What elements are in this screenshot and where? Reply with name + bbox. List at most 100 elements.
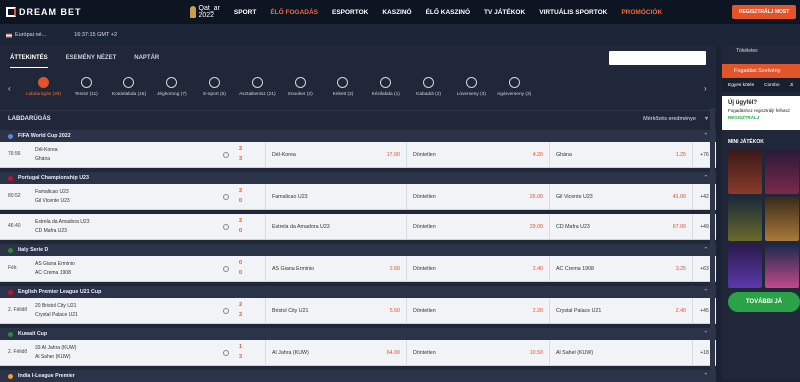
odd-draw[interactable]: Döntetlen 26.00 xyxy=(406,184,549,209)
odd-away[interactable]: Gil Vicente U23 41.00 xyxy=(549,184,692,209)
mini-games-title: MINI JÁTÉKOK xyxy=(728,139,764,145)
market-select[interactable]: Mérkőzés eredménye xyxy=(643,116,696,122)
sport-item[interactable]: Agárverseny (3) xyxy=(493,72,536,97)
home-score: 0 xyxy=(239,260,243,266)
event-row[interactable]: 76:56 Dél-Korea Ghána 2 3 Dél-Korea 17.00 Dönte… xyxy=(0,142,716,168)
game-tile[interactable] xyxy=(728,244,762,288)
stats-icon[interactable] xyxy=(223,224,229,230)
sport-icon xyxy=(423,77,435,88)
nav-esport[interactable]: ESPORTOK xyxy=(332,9,368,16)
country-flag-icon xyxy=(8,247,13,253)
sport-item[interactable]: Kabaddi (2) xyxy=(407,72,450,97)
stats-icon[interactable] xyxy=(223,266,229,272)
sport-item[interactable]: Krikett (2) xyxy=(322,72,365,97)
stats-icon[interactable] xyxy=(223,308,229,314)
sport-item[interactable]: Snooker (2) xyxy=(279,72,322,97)
odd-home[interactable]: Estrela da Amadora U23 xyxy=(265,214,406,239)
chevron-up-icon[interactable]: ⌃ xyxy=(704,133,708,139)
chevron-up-icon[interactable]: ⌃ xyxy=(704,373,708,379)
odd-draw[interactable]: Döntetlen 2.20 xyxy=(406,298,549,323)
event-row[interactable]: 46:40 Estrela da Amadora U23 CD Mafra U23 2… xyxy=(0,214,716,240)
search-input[interactable] xyxy=(609,51,706,65)
sport-item[interactable]: E-sport (5) xyxy=(193,72,236,97)
tab-event-view[interactable]: ESEMÉNY NÉZET xyxy=(66,49,117,67)
chevron-up-icon[interactable]: ⌃ xyxy=(704,331,708,337)
sport-item[interactable]: Lóverseny (3) xyxy=(450,72,493,97)
qatar-2022-logo[interactable]: Qat_ar 2022 xyxy=(189,5,220,19)
sport-item[interactable]: Asztalitenisz (21) xyxy=(236,72,279,97)
game-tile[interactable] xyxy=(728,197,762,241)
sport-item[interactable]: Kosárlabda (15) xyxy=(108,72,151,97)
odd-home[interactable]: Dél-Korea 17.00 xyxy=(265,142,406,167)
odd-away[interactable]: Al Sahel (KUW) xyxy=(549,340,692,365)
game-tile[interactable] xyxy=(765,150,799,194)
odd-draw[interactable]: Döntetlen 4.20 xyxy=(406,142,549,167)
tab-single[interactable]: Egyes kötés xyxy=(728,83,754,88)
nav-virtual[interactable]: VIRTUÁLIS SPORTOK xyxy=(539,9,607,16)
main-content: ÁTTEKINTÉS ESEMÉNY NÉZET NAPTÁR ‹ Labdar… xyxy=(0,46,716,382)
odds-format-select[interactable]: Európai né... xyxy=(6,32,46,38)
nav-promo[interactable]: PROMÓCIÓK xyxy=(621,9,662,16)
stats-icon[interactable] xyxy=(223,194,229,200)
scrollbar[interactable] xyxy=(710,108,715,378)
chevron-up-icon[interactable]: ⌃ xyxy=(704,175,708,181)
league-header[interactable]: Italy Serie D ⌃ xyxy=(0,244,716,256)
register-button[interactable]: REGISZTRÁLJ MOST xyxy=(732,5,796,19)
odd-draw[interactable]: Döntetlen 29.00 xyxy=(406,214,549,239)
register-link[interactable]: REGISZTRÁLJ xyxy=(728,115,794,120)
odd-draw[interactable]: Döntetlen 10.50 xyxy=(406,340,549,365)
home-team: 20 Bristol City U21 xyxy=(35,303,77,309)
odd-draw[interactable]: Döntetlen 2.40 xyxy=(406,256,549,281)
sport-item[interactable]: Jégkorong (7) xyxy=(150,72,193,97)
league-header[interactable]: India I-League Premier ⌃ xyxy=(0,370,716,382)
chevron-right-icon[interactable]: › xyxy=(704,84,707,93)
league-header[interactable]: FIFA World Cup 2022 ⌃ xyxy=(0,130,716,142)
away-team: Gil Vicente U23 xyxy=(35,198,70,204)
tab-calendar[interactable]: NAPTÁR xyxy=(134,49,159,67)
odd-home[interactable]: AS Giana Erminio 2.60 xyxy=(265,256,406,281)
chevron-down-icon[interactable]: ▾ xyxy=(705,115,708,122)
away-team: Al Saher (KUW) xyxy=(35,354,71,360)
more-games-button[interactable]: TOVÁBBI JÁ xyxy=(728,292,800,312)
odd-away[interactable]: AC Crema 1908 3.25 xyxy=(549,256,692,281)
event-row[interactable]: Félr. AS Giana Erminio AC Crema 1908 0 0 AS G… xyxy=(0,256,716,282)
event-row[interactable]: 80:52 Famalicao U23 Gil Vicente U23 2 0 Famal… xyxy=(0,184,716,210)
nav-sport[interactable]: SPORT xyxy=(234,9,256,16)
sport-item[interactable]: Labdarúgás (39) xyxy=(22,72,65,97)
country-flag-icon xyxy=(8,133,13,139)
odd-home[interactable]: Famalicao U23 xyxy=(265,184,406,209)
game-tile[interactable] xyxy=(728,150,762,194)
sport-icon xyxy=(123,77,135,88)
stats-icon[interactable] xyxy=(223,152,229,158)
odd-away[interactable]: CD Mafra U23 67.00 xyxy=(549,214,692,239)
stats-icon[interactable] xyxy=(223,350,229,356)
nav-tv-games[interactable]: TV JÁTÉKOK xyxy=(484,9,525,16)
sport-item[interactable]: Tenisz (11) xyxy=(65,72,108,97)
event-time: 2. Félidő xyxy=(8,349,28,355)
odd-home[interactable]: Bristol City U21 5.50 xyxy=(265,298,406,323)
home-team: 33 Al Jahra (KUW) xyxy=(35,345,77,351)
event-row[interactable]: 2. Félidő 33 Al Jahra (KUW) Al Saher (KUW)… xyxy=(0,340,716,366)
chevron-up-icon[interactable]: ⌃ xyxy=(704,247,708,253)
event-row[interactable]: 2. Félidő 20 Bristol City U21 Crystal Pala… xyxy=(0,298,716,324)
nav-live[interactable]: ÉLŐ FOGADÁS xyxy=(270,9,318,16)
nav-live-casino[interactable]: ÉLŐ KASZINÓ xyxy=(426,9,470,16)
event-time: 80:52 xyxy=(8,193,21,199)
brand-logo[interactable]: DREAM BET xyxy=(6,7,82,17)
sport-icon xyxy=(80,77,92,88)
bet-slip-header[interactable]: Fogadási Szelvény xyxy=(722,64,800,78)
tab-system[interactable]: Ji xyxy=(790,83,793,88)
game-tile[interactable] xyxy=(765,244,799,288)
league-header[interactable]: Portugal Championship U23 ⌃ xyxy=(0,172,716,184)
league-header[interactable]: Kuwait Cup ⌃ xyxy=(0,328,716,340)
odd-away[interactable]: Ghána 1.25 xyxy=(549,142,692,167)
odd-home[interactable]: Al Jahra (KUW) 64.00 xyxy=(265,340,406,365)
odd-away[interactable]: Crystal Palace U21 2.40 xyxy=(549,298,692,323)
chevron-up-icon[interactable]: ⌃ xyxy=(704,289,708,295)
league-header[interactable]: English Premier League U21 Cup ⌃ xyxy=(0,286,716,298)
game-tile[interactable] xyxy=(765,197,799,241)
tab-combo[interactable]: Combo xyxy=(764,83,779,88)
nav-casino[interactable]: KASZINÓ xyxy=(382,9,411,16)
sport-item[interactable]: Kézilabda (1) xyxy=(364,72,407,97)
tab-overview[interactable]: ÁTTEKINTÉS xyxy=(10,49,48,68)
